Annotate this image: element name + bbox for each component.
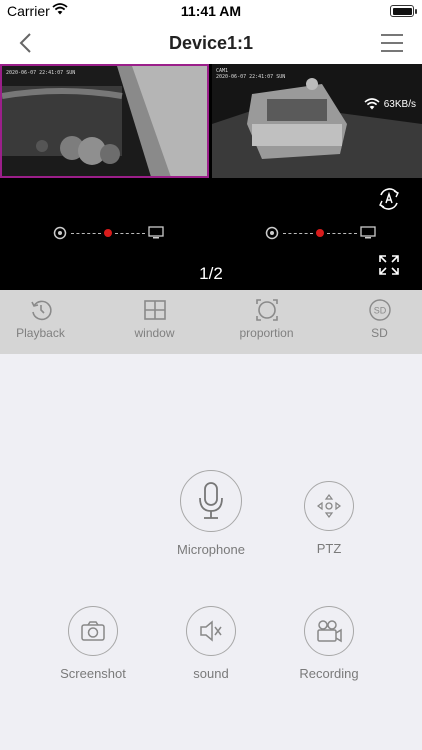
wifi-signal-icon [364,98,380,110]
sound-control[interactable]: sound [171,606,251,681]
window-label: window [134,326,175,340]
recording-control[interactable]: Recording [289,606,369,681]
camera-1-frame [2,66,207,176]
recording-label: Recording [299,666,359,681]
microphone-label: Microphone [177,542,245,557]
camera-2-frame [212,64,422,178]
battery-icon [390,5,417,17]
ptz-label: PTZ [316,541,342,556]
camera-1-timestamp: 2020-06-07 22:41:07 SUN [6,70,76,76]
recording-button[interactable] [304,606,354,656]
ptz-button[interactable] [304,481,354,531]
proportion-label: proportion [239,326,294,340]
ptz-direction-icon [317,494,341,518]
microphone-button[interactable] [180,470,242,532]
screenshot-control[interactable]: Screenshot [53,606,133,681]
screenshot-button[interactable] [68,606,118,656]
playback-icon [30,300,52,321]
disconnected-dot-icon [104,229,112,237]
proportion-icon [255,299,278,321]
sd-icon: SD [368,299,391,321]
video-camera-icon [317,620,342,643]
channel-3-connection-status [52,226,164,240]
network-speed-value: 63KB/s [383,98,416,110]
sound-label: sound [193,666,229,681]
speaker-muted-icon [200,620,222,642]
proportion-button[interactable]: proportion [214,298,319,340]
sd-label: SD [371,326,388,340]
nav-bar: Device1:1 [0,22,422,64]
camera-icon [53,226,67,240]
camera-feed-2[interactable]: CAM1 2020-06-07 22:41:07 SUN 63KB/s [212,64,422,178]
microphone-control[interactable]: Microphone [161,470,261,557]
clock: 11:41 AM [180,3,242,19]
camera-icon [265,226,279,240]
camera-feed-1[interactable]: 2020-06-07 22:41:07 SUN [0,64,209,178]
window-grid-icon [143,300,166,320]
monitor-icon [148,226,164,239]
video-area[interactable]: 2020-06-07 22:41:07 SUN CAM1 2020-06-07 … [0,64,422,290]
window-button[interactable]: window [102,298,207,340]
fullscreen-icon[interactable] [378,254,400,276]
hamburger-menu-icon[interactable] [380,32,404,54]
page-title: Device1:1 [168,33,254,53]
network-speed: 63KB/s [364,98,416,110]
page-indicator: 1/2 [199,264,223,283]
svg-text:SD: SD [373,306,386,316]
ptz-control[interactable]: PTZ [289,481,369,556]
screenshot-label: Screenshot [60,666,126,681]
toolbar: Playback window proportion SD SD [0,290,422,354]
disconnected-dot-icon [316,229,324,237]
sound-button[interactable] [186,606,236,656]
playback-label: Playback [16,326,65,340]
channel-4-connection-status [264,226,376,240]
auto-rotate-icon[interactable] [375,185,403,213]
camera-2-timestamp: 2020-06-07 22:41:07 SUN [216,74,286,80]
sd-button[interactable]: SD SD [327,298,422,340]
microphone-icon [199,482,223,519]
monitor-icon [360,226,376,239]
playback-button[interactable]: Playback [0,298,93,340]
status-bar: Carrier 11:41 AM [0,0,422,22]
camera-icon [81,621,105,641]
